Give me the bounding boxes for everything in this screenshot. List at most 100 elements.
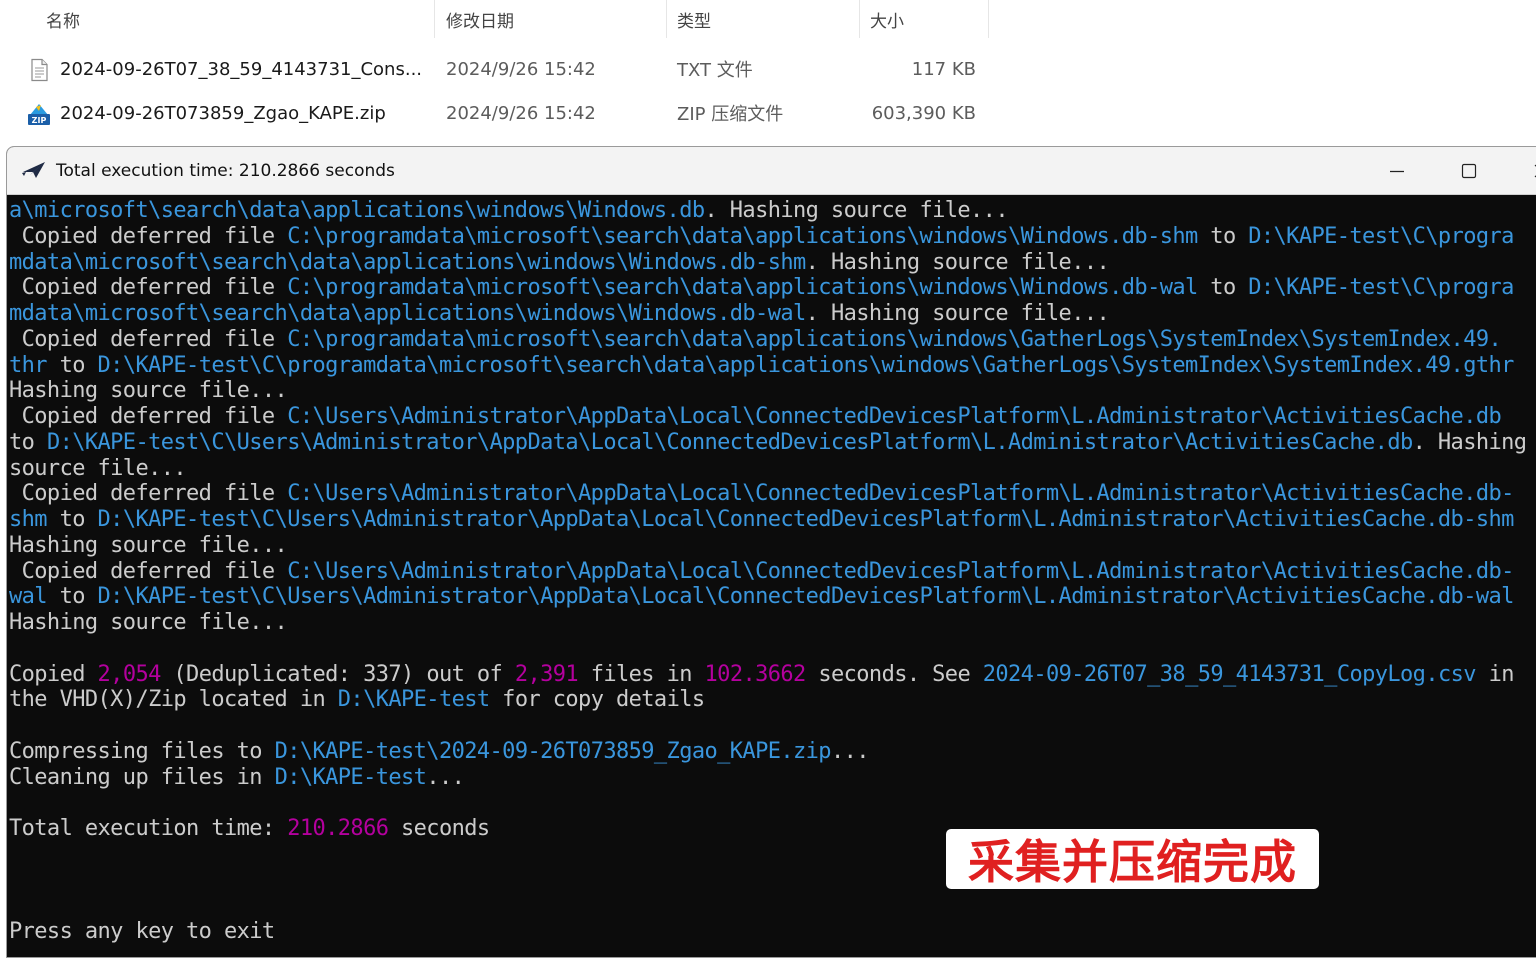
column-divider[interactable] [434,0,435,38]
console-text: Hashing source file... [9,378,288,404]
column-divider[interactable] [666,0,667,38]
console-text: to [9,429,47,455]
console-line: Copied deferred file C:\Users\Administra… [9,481,1536,507]
file-modified: 2024/9/26 15:42 [446,58,596,80]
console-path-text: wal [9,584,48,610]
console-text: . Hashing source file... [805,301,1110,326]
console-path-text: D:\KAPE-test\C\programdata\microsoft\sea… [97,352,1515,378]
console-text: (Deduplicated: 337) out of [160,661,515,687]
file-explorer-list: 名称 修改日期 类型 大小 2024-09-26T07_38_59_414373… [0,0,1536,140]
console-line: to D:\KAPE-test\C\Users\Administrator\Ap… [9,430,1536,456]
console-path-text: D:\KAPE-test\C\progra [1248,223,1514,249]
console-text: Copied deferred file [9,275,288,301]
console-text: for copy details [489,687,705,713]
console-line: shm to D:\KAPE-test\C\Users\Administrato… [9,507,1536,533]
console-line: Copied deferred file C:\programdata\micr… [9,275,1536,301]
console-path-text: C:\programdata\microsoft\search\data\app… [287,275,1198,301]
column-divider[interactable] [859,0,860,38]
console-line: thr to D:\KAPE-test\C\programdata\micros… [9,353,1536,379]
console-path-text: C:\Users\Administrator\AppData\Local\Con… [287,558,1514,584]
column-header-type[interactable]: 类型 [677,0,711,38]
console-text: Hashing source file... [9,610,288,635]
console-text: seconds [388,816,490,841]
minimize-button[interactable] [1367,147,1427,194]
console-line: a\microsoft\search\data\applications\win… [9,198,1536,224]
console-path-text: a\microsoft\search\data\applications\win… [9,198,705,223]
console-text: seconds. See [805,661,983,687]
console-number-text: 2,391 [514,661,579,687]
maximize-icon [1461,163,1477,178]
console-path-text: D:\KAPE-test\2024-09-26T073859_Zgao_KAPE… [274,738,832,764]
column-header-size[interactable]: 大小 [870,0,904,38]
console-text: the VHD(X)/Zip located in [9,687,338,713]
console-path-text: D:\KAPE-test [274,764,427,790]
console-line: the VHD(X)/Zip located in D:\KAPE-test f… [9,687,1536,713]
completion-caption: 采集并压缩完成 [946,829,1319,889]
console-line: wal to D:\KAPE-test\C\Users\Administrato… [9,584,1536,610]
console-text: Copied deferred file [9,326,288,352]
console-text: Press any key to exit [9,919,275,944]
console-path-text: 2024-09-26T07_38_59_4143731_CopyLog.csv [982,661,1477,687]
file-type: TXT 文件 [677,60,753,81]
console-path-text: D:\KAPE-test\C\Users\Administrator\AppDa… [46,429,1413,455]
console-line: Hashing source file... [9,533,1536,559]
console-text: Hashing source file... [9,532,288,558]
file-name: 2024-09-26T073859_Zgao_KAPE.zip [60,102,386,124]
console-line: Press any key to exit [9,919,1536,945]
text-file-icon [31,58,48,82]
console-text: Copied deferred file [9,223,288,249]
console-text: to [1197,223,1249,249]
console-text: to [1197,275,1249,301]
file-row[interactable]: 2024-09-26T07_38_59_4143731_Cons... 2024… [0,47,1536,91]
console-line: mdata\microsoft\search\data\applications… [9,250,1536,276]
file-type: ZIP 压缩文件 [677,104,784,125]
maximize-button[interactable] [1439,147,1499,194]
console-text: to [46,507,98,532]
console-text: Cleaning up files in [9,764,275,790]
close-button[interactable] [1511,147,1536,194]
console-number-text: 2,054 [97,661,162,687]
kape-app-icon [22,162,45,178]
console-text: . Hashing source file... [805,249,1110,275]
console-line: Hashing source file... [9,378,1536,404]
console-path-text: mdata\microsoft\search\data\applications… [9,249,806,275]
console-window-title: Total execution time: 210.2866 seconds [56,160,395,181]
minimize-icon [1390,170,1404,172]
console-text: . Hashing [1412,429,1527,455]
console-path-text: D:\KAPE-test [337,687,490,713]
file-size: 117 KB [911,58,976,80]
file-size: 603,390 KB [871,102,976,124]
console-text: . Hashing source file... [704,198,1008,223]
column-header-name[interactable]: 名称 [46,0,80,38]
console-line: mdata\microsoft\search\data\applications… [9,301,1536,327]
console-text: ... [426,764,465,790]
console-text: Total execution time: [9,816,288,841]
console-line: Copied deferred file C:\programdata\micr… [9,224,1536,250]
console-path-text: C:\programdata\microsoft\search\data\app… [287,326,1502,352]
console-text: ... [830,738,870,764]
console-line: Copied deferred file C:\programdata\micr… [9,327,1536,353]
console-text: Copied deferred file [9,558,288,584]
console-path-text: mdata\microsoft\search\data\applications… [9,301,806,326]
file-modified: 2024/9/26 15:42 [446,102,596,124]
file-row[interactable]: ZIP 2024-09-26T073859_Zgao_KAPE.zip 2024… [0,91,1536,135]
console-line: Cleaning up files in D:\KAPE-test... [9,765,1536,791]
console-path-text: thr [9,352,48,378]
console-path-text: D:\KAPE-test\C\Users\Administrator\AppDa… [97,507,1515,532]
console-path-text: D:\KAPE-test\C\Users\Administrator\AppDa… [97,584,1515,610]
console-path-text: C:\Users\Administrator\AppData\Local\Con… [287,404,1502,429]
console-titlebar[interactable]: Total execution time: 210.2866 seconds [7,147,1536,195]
console-line: Copied 2,054 (Deduplicated: 337) out of … [9,662,1536,688]
console-line: Copied deferred file C:\Users\Administra… [9,404,1536,430]
console-path-text: C:\Users\Administrator\AppData\Local\Con… [287,481,1514,507]
console-number-text: 210.2866 [287,816,389,841]
column-header-modified[interactable]: 修改日期 [446,0,514,38]
column-divider[interactable] [988,0,989,38]
console-line: Copied deferred file C:\Users\Administra… [9,559,1536,585]
console-text: in [1475,661,1515,687]
console-text: files in [578,661,705,687]
